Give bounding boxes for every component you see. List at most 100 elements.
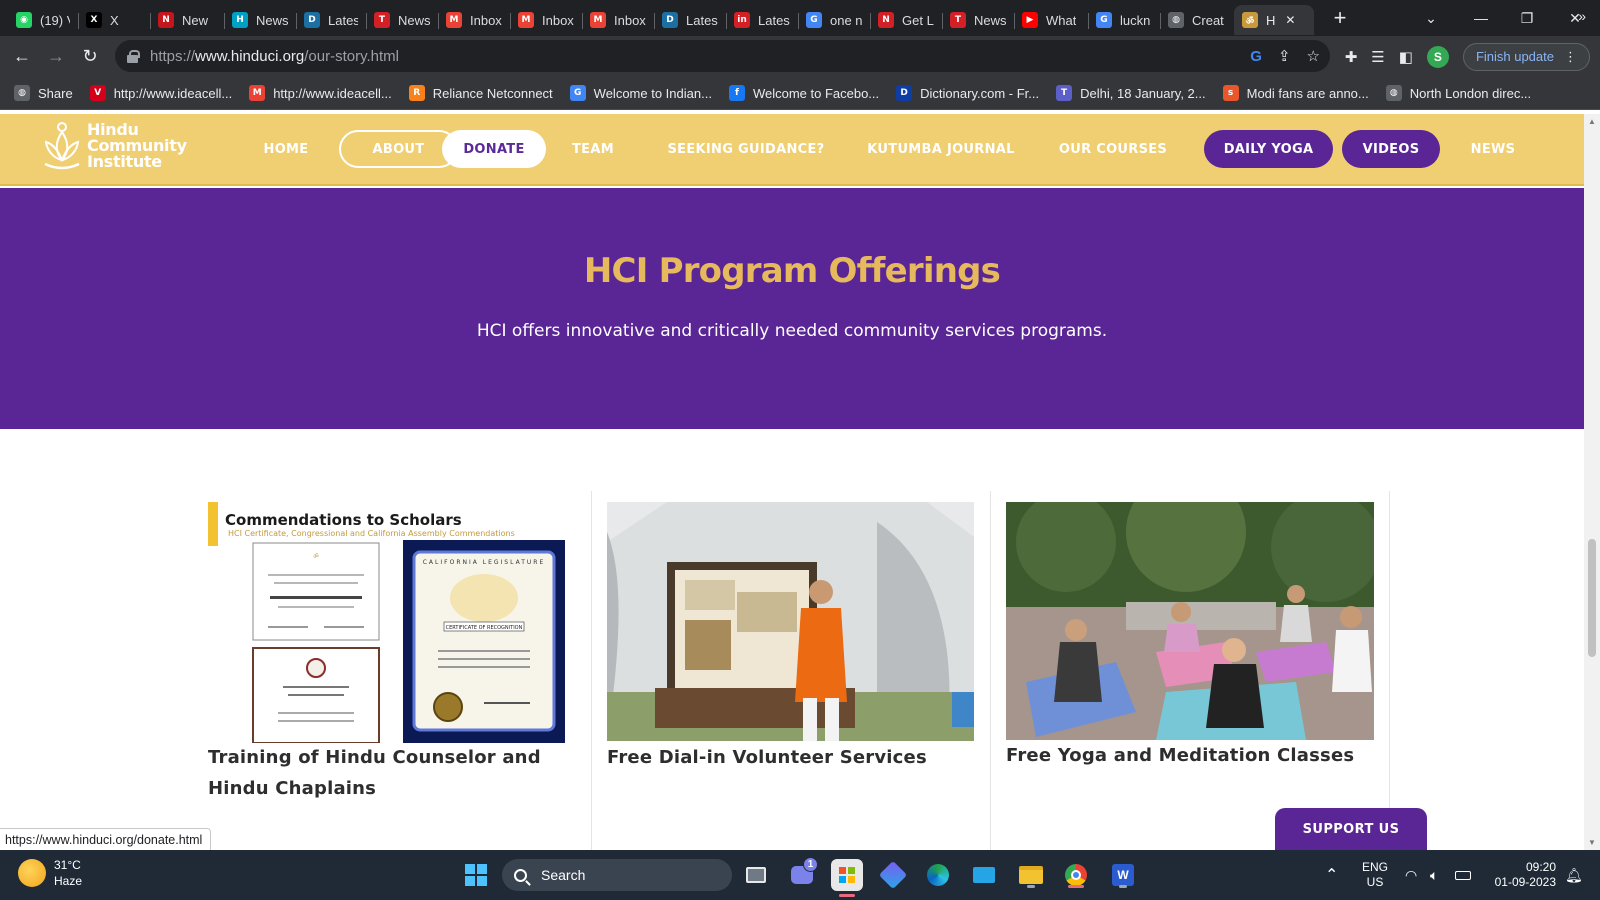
clock[interactable]: 09:20 01-09-2023 [1490,850,1556,900]
browser-tab[interactable]: Gone n [798,5,870,35]
google-icon: G [806,12,822,28]
bookmark-item[interactable]: ◍ North London direc... [1385,85,1531,101]
finish-update-button[interactable]: Finish update ⋮ [1462,42,1590,71]
show-hidden-icons[interactable]: ⌃ [1325,850,1338,900]
browser-tab-title: Creat [1192,12,1224,28]
windows-start-icon[interactable] [460,859,492,891]
browser-tab[interactable]: in Latest [726,5,798,35]
address-bar[interactable]: https://www.hinduci.org/our-story.html G… [115,40,1330,72]
support-us-button[interactable]: SUPPORT US [1275,808,1427,850]
bookmark-item[interactable]: s Modi fans are anno... [1222,85,1369,101]
copilot-icon[interactable] [877,859,909,891]
language-indicator[interactable]: ENG US [1362,850,1388,900]
browser-tab[interactable]: T News [942,5,1014,35]
scroll-up-icon[interactable]: ▲ [1588,117,1596,126]
close-tab-icon[interactable]: ✕ [1285,13,1295,27]
google-icon: G [1096,12,1112,28]
column-divider [1389,491,1390,850]
taskbar-search-box[interactable]: Search [502,859,732,891]
nav-team[interactable]: TEAM [570,130,616,168]
weather-widget[interactable]: 31°C Haze [18,857,82,889]
back-icon[interactable]: ← [6,41,38,73]
task-view-icon[interactable] [740,859,772,891]
card-title-counselor-training[interactable]: Training of Hindu Counselor and Hindu Ch… [208,742,588,804]
page-scrollbar[interactable]: ▲ ▼ [1584,114,1600,850]
bookmark-item[interactable]: ◍ Share [14,85,73,101]
wifi-icon[interactable]: ◠ [1405,850,1417,900]
site-logo[interactable]: Hindu Community Institute [41,120,187,172]
browser-tab[interactable]: Gluckn [1088,5,1160,35]
side-panel-icon[interactable]: ◧ [1399,48,1413,66]
new-tab-icon[interactable]: + [1326,5,1354,31]
bookmark-item[interactable]: G Welcome to Indian... [569,85,712,101]
chrome-icon[interactable] [1060,859,1092,891]
share-page-icon[interactable]: ⇪ [1278,47,1291,65]
word-icon[interactable]: W [1107,859,1139,891]
browser-tab[interactable]: N Get L [870,5,942,35]
volume-icon[interactable]: 🔈︎ [1430,850,1438,900]
bookmarks-overflow-icon[interactable]: » [1578,8,1586,24]
nav-donate[interactable]: DONATE [442,130,546,168]
browser-tab[interactable]: XX [78,5,150,35]
bookmark-item[interactable]: Mhttp://www.ideacell... [249,85,392,101]
minimize-icon[interactable]: — [1458,0,1504,36]
browser-tab[interactable]: M Inbox [510,5,582,35]
nav-kutumba-journal[interactable]: KUTUMBA JOURNAL [865,130,1017,168]
browser-tab[interactable]: ॐ H ✕ [1234,5,1314,35]
teams-chat-icon[interactable]: 1 [786,857,818,891]
nav-news[interactable]: NEWS [1468,130,1518,168]
youtube-icon: ▶ [1022,12,1038,28]
nav-home[interactable]: HOME [258,130,314,168]
card-image-volunteer-booth[interactable] [607,502,974,741]
notifications-icon[interactable]: 🔔︎ [1565,850,1583,900]
card-title-volunteer-services[interactable]: Free Dial-in Volunteer Services [607,742,987,773]
browser-tab-title: one n [830,12,862,28]
browser-tab[interactable]: ◉ (19) V [8,5,78,35]
reading-list-icon[interactable]: ☰ [1371,48,1384,66]
remote-desktop-icon[interactable] [968,859,1000,891]
bookmark-item[interactable]: T Delhi, 18 January, 2... [1056,85,1206,101]
browser-tab[interactable]: N New [150,5,224,35]
tab-search-icon[interactable]: ⌄ [1408,0,1454,36]
microsoft-store-icon[interactable] [831,859,863,897]
browser-tab[interactable]: ▶ What [1014,5,1088,35]
nav-seeking-guidance[interactable]: SEEKING GUIDANCE? [664,130,828,168]
nav-daily-yoga[interactable]: DAILY YOGA [1204,130,1333,168]
browser-tab[interactable]: D Latest [296,5,366,35]
card-image-certificates[interactable]: Commendations to Scholars HCI Certificat… [208,502,575,743]
lock-icon[interactable] [127,49,140,63]
browser-tab[interactable]: H News [224,5,296,35]
card-title-yoga-classes[interactable]: Free Yoga and Meditation Classes [1006,740,1386,771]
scroll-down-icon[interactable]: ▼ [1588,838,1596,847]
bookmark-item[interactable]: Vhttp://www.ideacell... [89,85,232,101]
scrollbar-thumb[interactable] [1588,539,1596,657]
battery-icon[interactable] [1455,850,1471,900]
maximize-icon[interactable]: ❐ [1504,0,1550,36]
browser-tab[interactable]: M Inbox [438,5,510,35]
more-menu-icon[interactable]: ⋮ [1564,49,1577,65]
forward-icon[interactable]: → [40,41,72,73]
card-image-yoga-class[interactable] [1006,502,1374,740]
file-explorer-icon[interactable] [1015,859,1047,891]
browser-tab-title: H [1266,12,1276,28]
nav-about[interactable]: ABOUT [339,130,458,168]
facebook-icon: f [728,85,745,101]
browser-tab[interactable]: M Inbox [582,5,654,35]
bookmark-item[interactable]: R Reliance Netconnect [408,85,553,101]
browser-tab[interactable]: D Latest [654,5,726,35]
bookmark-star-icon[interactable]: ☆ [1307,47,1320,65]
browser-tab[interactable]: ◍ Creat [1160,5,1234,35]
edge-browser-icon[interactable] [922,859,954,891]
share-icon: ◍ [14,85,30,101]
profile-avatar[interactable]: S [1426,45,1449,68]
bookmark-item[interactable]: D Dictionary.com - Fr... [896,85,1039,101]
google-lens-icon[interactable]: G [1250,48,1262,65]
nav-our-courses[interactable]: OUR COURSES [1058,130,1168,168]
extensions-icon[interactable]: ✚ [1345,48,1358,66]
reload-icon[interactable]: ↻ [74,41,106,73]
browser-tab[interactable]: T News [366,5,438,35]
browser-tab-title: News [398,12,430,28]
bookmark-item[interactable]: f Welcome to Facebo... [728,85,879,101]
nav-videos[interactable]: VIDEOS [1342,130,1440,168]
close-window-icon[interactable]: ✕ [1552,0,1598,36]
